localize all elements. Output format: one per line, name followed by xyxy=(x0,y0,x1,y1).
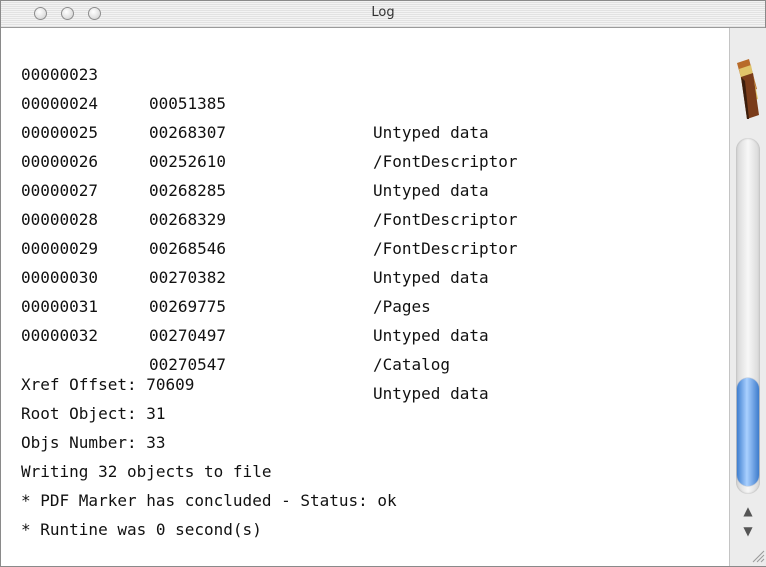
log-entry-row: 00000030 00269775 Untyped data xyxy=(13,234,489,345)
object-type: /FontDescriptor xyxy=(373,210,518,229)
log-text-area[interactable]: 00000023 00051385 Untyped data 00000024 … xyxy=(13,31,728,563)
object-type: Untyped data xyxy=(373,326,489,345)
object-type: Untyped data xyxy=(373,268,489,287)
log-entry-row: 00000029 00270382 /Pages xyxy=(13,205,431,316)
object-offset: 00268285 xyxy=(149,181,227,200)
log-window: Log 00000023 00051385 Untyped data 00000… xyxy=(0,0,766,567)
log-entry-row: 00000028 00268546 Untyped data xyxy=(13,176,489,287)
object-offset: 00270497 xyxy=(149,326,227,345)
object-type: /FontDescriptor xyxy=(373,152,518,171)
runtime-line: * Runtine was 0 second(s) xyxy=(21,520,262,539)
object-offset: 00252610 xyxy=(149,152,227,171)
log-entry-row: 00000026 00268285 /FontDescriptor xyxy=(13,118,518,229)
object-type: /Catalog xyxy=(373,355,451,374)
object-type: Untyped data xyxy=(373,123,489,142)
log-entry-row: 00000025 00252610 Untyped data xyxy=(13,89,489,200)
status-line: * PDF Marker has concluded - Status: ok xyxy=(21,491,397,510)
writing-objects-line: Writing 32 objects to file xyxy=(21,462,272,481)
object-offset: 00268329 xyxy=(149,210,227,229)
log-entry-row: 00000023 00051385 Untyped data xyxy=(13,31,489,142)
title-bar[interactable]: Log xyxy=(1,1,765,28)
root-object-line: Root Object: 31 xyxy=(21,404,166,423)
scroll-thumb[interactable] xyxy=(737,378,759,486)
object-type: Untyped data xyxy=(373,384,489,403)
arrow-up-icon[interactable]: ▲ xyxy=(741,504,755,518)
object-id: 00000032 xyxy=(21,326,99,345)
object-offset: 00268307 xyxy=(149,123,227,142)
object-type: /FontDescriptor xyxy=(373,239,518,258)
resize-grip-icon[interactable] xyxy=(749,547,765,563)
object-offset: 00270382 xyxy=(149,268,227,287)
log-entry-row: 00000031 00270497 /Catalog xyxy=(13,263,450,374)
object-type: /Pages xyxy=(373,297,431,316)
window-title: Log xyxy=(371,5,395,20)
log-entry-row: 00000027 00268329 /FontDescriptor xyxy=(13,147,518,258)
book-stack-icon xyxy=(737,59,759,119)
object-offset: 00051385 xyxy=(149,94,227,113)
arrow-down-icon[interactable]: ▼ xyxy=(741,524,755,538)
object-offset: 00269775 xyxy=(149,297,227,316)
objs-number-line: Objs Number: 33 xyxy=(21,433,166,452)
log-entry-row: 00000024 00268307 /FontDescriptor xyxy=(13,60,518,171)
xref-offset-line: Xref Offset: 70609 xyxy=(21,375,195,394)
object-type: Untyped data xyxy=(373,181,489,200)
object-offset: 00268546 xyxy=(149,239,227,258)
log-entry-row: 00000032 00270547 Untyped data xyxy=(13,292,489,403)
